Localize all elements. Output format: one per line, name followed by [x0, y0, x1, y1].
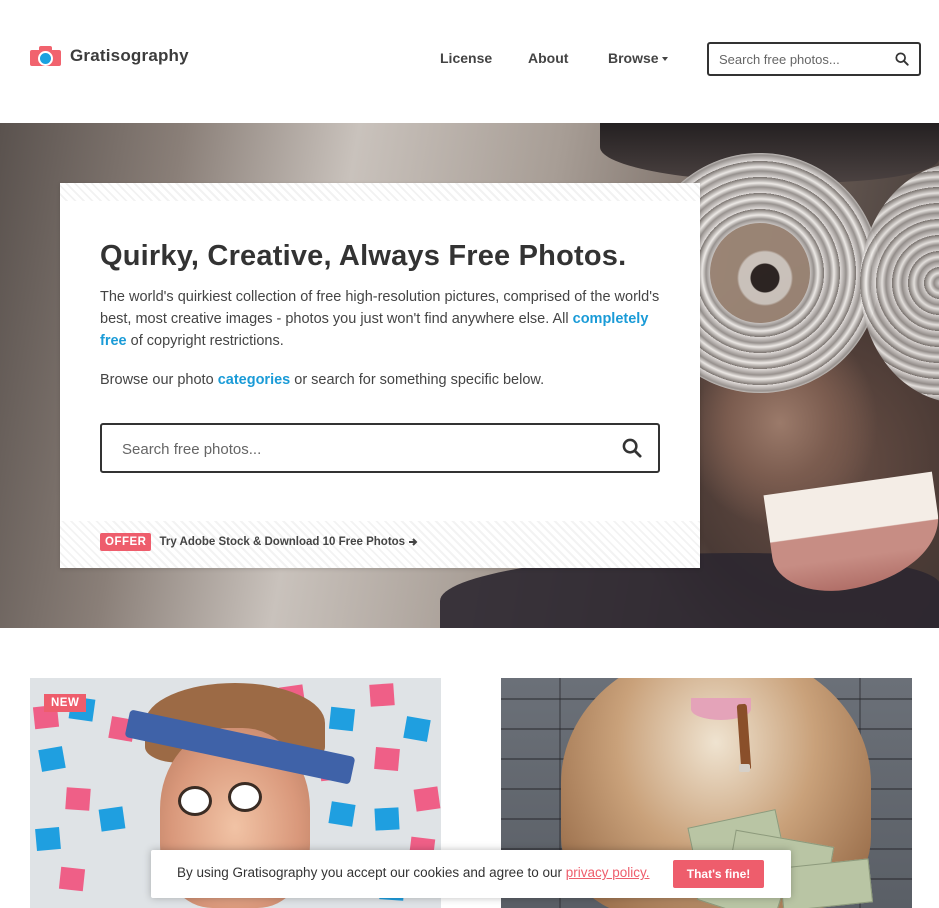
privacy-policy-link[interactable]: privacy policy.	[566, 865, 650, 880]
brand-logo[interactable]: Gratisography	[30, 44, 189, 68]
header-search-input[interactable]	[719, 50, 879, 68]
arrow-right-icon	[409, 538, 418, 546]
accept-cookies-button[interactable]: That's fine!	[673, 860, 764, 888]
hero-search-box	[100, 423, 660, 473]
nav-license[interactable]: License	[440, 50, 492, 66]
nav-about[interactable]: About	[528, 50, 568, 66]
search-icon[interactable]	[622, 438, 642, 458]
hero-browse-text: Browse our photo categories or search fo…	[100, 372, 545, 388]
search-icon[interactable]	[895, 52, 909, 66]
site-header: Gratisography License About Browse	[0, 0, 939, 123]
header-search-box	[707, 42, 921, 76]
cookie-message: By using Gratisography you accept our co…	[177, 865, 650, 880]
new-badge: NEW	[44, 694, 87, 712]
camera-icon	[30, 44, 61, 68]
hero-card: Quirky, Creative, Always Free Photos. Th…	[60, 183, 700, 568]
categories-link[interactable]: categories	[218, 372, 291, 388]
hero-title: Quirky, Creative, Always Free Photos.	[100, 240, 627, 272]
hero-description: The world's quirkiest collection of free…	[100, 289, 660, 349]
offer-link-text[interactable]: Try Adobe Stock & Download 10 Free Photo…	[159, 536, 405, 548]
nav-browse-label: Browse	[608, 50, 659, 66]
offer-banner[interactable]: OFFER Try Adobe Stock & Download 10 Free…	[100, 533, 418, 551]
brand-name: Gratisography	[70, 46, 189, 65]
cookie-banner: By using Gratisography you accept our co…	[151, 850, 791, 898]
hero-search-input[interactable]	[122, 439, 582, 459]
nav-browse[interactable]: Browse	[608, 50, 668, 66]
offer-badge: OFFER	[100, 533, 152, 551]
caret-down-icon	[661, 57, 668, 62]
